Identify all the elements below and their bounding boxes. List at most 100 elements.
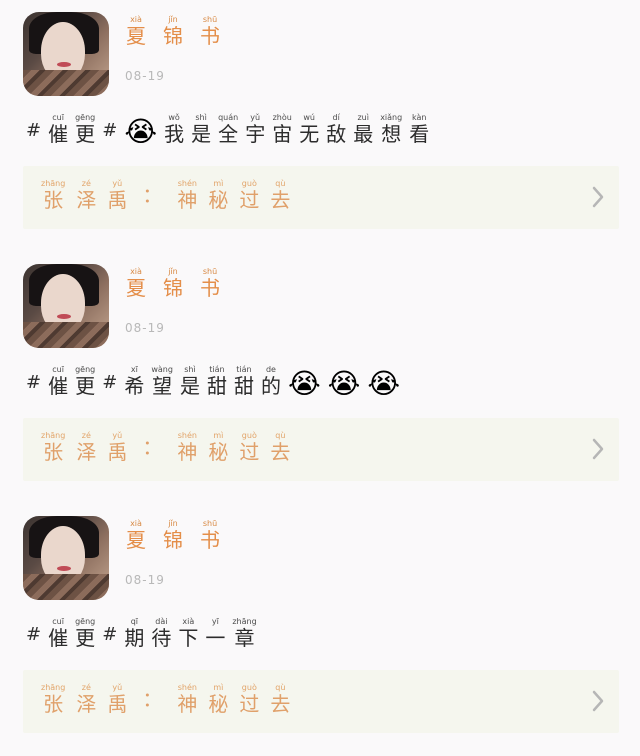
- author-name[interactable]: xià 夏 jǐn 锦 shū 书: [126, 520, 220, 554]
- linked-chapter-card[interactable]: zhāng 张 zé 泽 yǔ 禹 ： shén 神 mì 秘 guò 过 qù 去: [23, 166, 619, 229]
- hanzi: 的: [260, 374, 281, 398]
- chapter-char: guò 过: [239, 432, 259, 463]
- post-text-char: shì 是: [179, 366, 200, 398]
- chapter-char: zhāng 张: [41, 684, 65, 716]
- chapter-char: zhāng 张: [41, 432, 65, 463]
- avatar[interactable]: [23, 516, 109, 600]
- post-text-char: zhòu 宙: [272, 114, 292, 145]
- chapter-char: yǔ 禹: [107, 432, 128, 464]
- hanzi: 泽: [76, 692, 97, 716]
- hanzi: 神: [177, 440, 198, 464]
- hanzi: 看: [409, 122, 430, 146]
- hanzi: 去: [270, 188, 291, 212]
- hanzi: 秘: [208, 440, 229, 464]
- avatar-scarf: [23, 322, 109, 348]
- post-content: # cuī 催 gēng 更 # qī 期 dài 待 xià 下 yī 一 zhāng 章: [26, 618, 257, 650]
- post-text-char: qī 期: [124, 618, 144, 649]
- crying-emoji-icon: 😭: [367, 367, 401, 400]
- avatar-scarf: [23, 70, 109, 96]
- linked-chapter-title: zhāng 张 zé 泽 yǔ 禹 ： shén 神 mì 秘 guò 过 qù 去: [41, 179, 291, 212]
- post-content: # cuī 催 gēng 更 # xī 希 wàng 望 shì 是 tián 甜 tián 甜 de 的 😭 😭 😭: [26, 366, 401, 400]
- author-char: jǐn 锦: [163, 16, 183, 50]
- hashtag-word[interactable]: cuī 催 gēng 更: [48, 366, 96, 398]
- hanzi: 更: [75, 374, 96, 398]
- chapter-char: shén 神: [177, 432, 198, 464]
- hanzi: 全: [218, 122, 239, 146]
- avatar-lip: [57, 62, 71, 67]
- post-text-char: shì 是: [191, 114, 211, 145]
- post-text-char: xī 希: [124, 366, 145, 398]
- avatar[interactable]: [23, 264, 109, 348]
- hanzi: 张: [43, 692, 64, 716]
- chapter-separator: ：: [142, 687, 163, 711]
- hanzi: 催: [48, 374, 69, 398]
- post-text-char: wú 无: [299, 114, 320, 146]
- author-char: xià 夏: [126, 520, 146, 554]
- hanzi: 催: [48, 626, 69, 650]
- hanzi: 待: [151, 626, 172, 650]
- author-name[interactable]: xià 夏 jǐn 锦 shū 书: [126, 16, 220, 50]
- chapter-char: guò 过: [239, 684, 259, 715]
- hanzi: 锦: [163, 528, 183, 552]
- hanzi: 禹: [107, 440, 128, 464]
- post-text-char: de 的: [260, 366, 281, 398]
- author-name[interactable]: xià 夏 jǐn 锦 shū 书: [126, 268, 220, 302]
- hanzi: 锦: [163, 24, 183, 48]
- hanzi: 一: [205, 626, 226, 650]
- post-date: 08-19: [125, 69, 165, 83]
- hanzi: 过: [239, 188, 260, 212]
- linked-chapter-card[interactable]: zhāng 张 zé 泽 yǔ 禹 ： shén 神 mì 秘 guò 过 qù 去: [23, 670, 619, 733]
- hanzi: 催: [48, 122, 69, 146]
- post-date: 08-19: [125, 321, 165, 335]
- post-text-char: dài 待: [151, 618, 172, 650]
- hashtag-word[interactable]: cuī 催 gēng 更: [48, 114, 96, 146]
- post-text-char: wǒ 我: [164, 114, 185, 146]
- post-text-char: dí 敌: [326, 114, 347, 146]
- hanzi: 秘: [208, 188, 229, 212]
- hanzi: 更: [75, 122, 96, 146]
- chapter-char: zhāng 张: [41, 180, 65, 212]
- avatar-lip: [57, 314, 71, 319]
- author-char: jǐn 锦: [163, 268, 183, 302]
- post-text-char: zuì 最: [353, 114, 373, 145]
- hanzi: 是: [179, 374, 200, 398]
- chevron-path: [592, 438, 604, 460]
- hanzi: 夏: [126, 528, 146, 552]
- chevron-right-icon[interactable]: [589, 435, 607, 463]
- hanzi: 张: [43, 188, 64, 212]
- chapter-char: qù 去: [270, 684, 291, 716]
- comment-post: xià 夏 jǐn 锦 shū 书 08-19 # cuī 催 gēng 更 # xī 希 wàng 望 shì 是…: [0, 252, 640, 504]
- chapter-char: mì 秘: [208, 432, 229, 464]
- hanzi: 去: [270, 692, 291, 716]
- hashtag-close: #: [102, 372, 118, 393]
- hashtag-char: gēng 更: [75, 366, 96, 398]
- hanzi: 我: [164, 122, 185, 146]
- post-text-char: kàn 看: [409, 114, 430, 146]
- hanzi: 书: [200, 528, 220, 552]
- chevron-path: [592, 186, 604, 208]
- post-text-char: tián 甜: [234, 366, 254, 397]
- author-char: shū 书: [200, 268, 220, 302]
- chapter-separator: ：: [142, 435, 163, 459]
- hashtag-close: #: [102, 624, 118, 645]
- post-text-char: xià 下: [178, 618, 198, 649]
- hanzi: 泽: [76, 440, 97, 464]
- post-text-char: yǔ 宇: [245, 114, 265, 145]
- author-char: shū 书: [200, 520, 220, 554]
- chevron-right-icon[interactable]: [589, 183, 607, 211]
- hanzi: 无: [299, 122, 320, 146]
- hanzi: 神: [177, 188, 198, 212]
- hanzi: 敌: [326, 122, 347, 146]
- hashtag-word[interactable]: cuī 催 gēng 更: [48, 618, 95, 650]
- hanzi: 希: [124, 374, 145, 398]
- chevron-right-icon[interactable]: [589, 687, 607, 715]
- linked-chapter-card[interactable]: zhāng 张 zé 泽 yǔ 禹 ： shén 神 mì 秘 guò 过 qù 去: [23, 418, 619, 481]
- post-text-char: quán 全: [218, 114, 239, 146]
- chapter-char: qù 去: [270, 180, 291, 212]
- avatar[interactable]: [23, 12, 109, 96]
- hanzi: 锦: [163, 276, 183, 300]
- linked-chapter-title: zhāng 张 zé 泽 yǔ 禹 ： shén 神 mì 秘 guò 过 qù 去: [41, 683, 291, 716]
- chapter-char: qù 去: [270, 432, 290, 463]
- chapter-char: shén 神: [177, 684, 197, 715]
- linked-chapter-title: zhāng 张 zé 泽 yǔ 禹 ： shén 神 mì 秘 guò 过 qù 去: [41, 431, 290, 464]
